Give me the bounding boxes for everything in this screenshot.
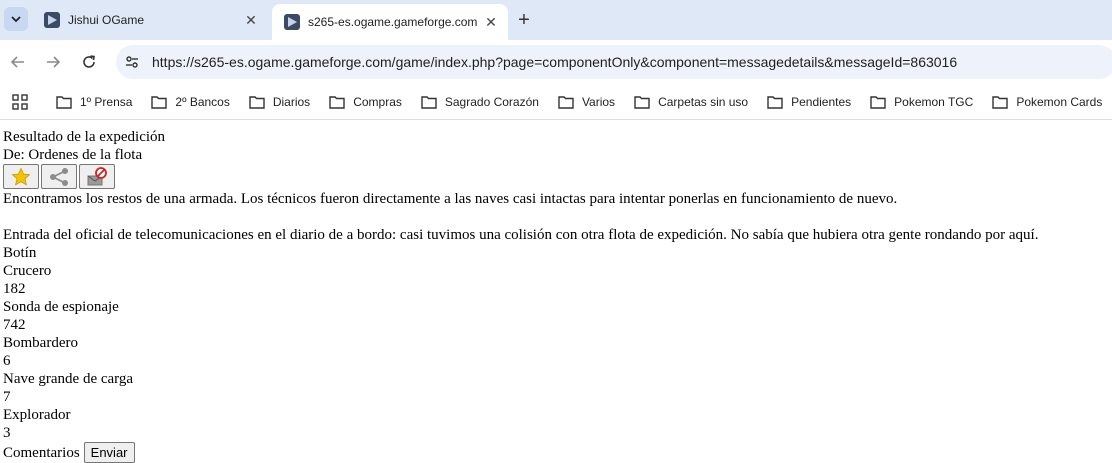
bookmarks-bar: 1º Prensa 2º Bancos Diarios Compras Sagr…	[0, 84, 1112, 120]
address-bar[interactable]: https://s265-es.ogame.gameforge.com/game…	[116, 45, 1112, 79]
tab-title: s265-es.ogame.gameforge.com	[308, 15, 478, 29]
comments-row: Comentarios Enviar	[3, 442, 1112, 463]
url-text[interactable]: https://s265-es.ogame.gameforge.com/game…	[152, 54, 957, 70]
folder-icon	[421, 95, 437, 109]
folder-icon	[151, 95, 168, 109]
bookmark-label: Sagrado Corazón	[444, 94, 539, 109]
star-icon	[11, 167, 31, 186]
tab-ogame-message[interactable]: s265-es.ogame.gameforge.com ✕	[272, 4, 508, 40]
tab-title: Jishui OGame	[68, 13, 145, 27]
folder-icon	[329, 95, 345, 109]
bookmark-folder-diarios[interactable]: Diarios	[249, 95, 310, 109]
bookmark-label: Pendientes	[791, 94, 852, 109]
bookmark-label: Pokemon TGC	[894, 94, 974, 109]
reload-icon	[83, 55, 95, 68]
folder-icon	[767, 95, 783, 109]
bookmark-folder-sagrado-corazon[interactable]: Sagrado Corazón	[421, 95, 539, 109]
bookmark-label: Compras	[353, 94, 402, 109]
loot-item-name: Nave grande de carga	[3, 371, 134, 387]
bookmark-folder-pendientes[interactable]: Pendientes	[767, 95, 851, 109]
message-title: Resultado de la expedición	[3, 129, 166, 145]
bookmark-label: 1º Prensa	[80, 94, 133, 109]
gameforge-favicon-icon	[44, 12, 60, 28]
bookmark-label: Diarios	[272, 94, 311, 109]
folder-icon	[249, 95, 265, 109]
apps-grid-icon[interactable]	[12, 93, 28, 111]
report-button[interactable]	[79, 164, 115, 189]
back-button[interactable]	[6, 50, 30, 74]
message-details: Resultado de la expedición De: Ordenes d…	[3, 128, 1112, 463]
tab-jishui-ogame[interactable]: Jishui OGame ✕	[32, 4, 268, 36]
loot-item-count: 182	[3, 281, 26, 297]
favorite-button[interactable]	[3, 164, 39, 189]
bookmark-label: Carpetas sin uso	[658, 94, 749, 109]
arrow-right-icon	[47, 56, 61, 68]
loot-item-count: 6	[3, 353, 11, 369]
loot-item-name: Bombardero	[3, 335, 78, 351]
message-body-2: Entrada del oficial de telecomunicacione…	[3, 227, 1039, 243]
close-icon[interactable]: ✕	[482, 13, 500, 31]
loot-item-name: Sonda de espionaje	[3, 299, 119, 315]
message-sender: De: Ordenes de la flota	[3, 147, 143, 163]
folder-icon	[558, 95, 574, 109]
comments-label: Comentarios	[3, 444, 80, 461]
folder-icon	[992, 95, 1009, 109]
folder-icon	[56, 95, 72, 109]
bookmark-folder-bancos[interactable]: 2º Bancos	[151, 94, 230, 109]
bookmark-folder-prensa[interactable]: 1º Prensa	[56, 95, 132, 109]
report-icon	[87, 166, 107, 185]
loot-item-count: 7	[3, 389, 11, 405]
bookmark-folder-pokemon-tgc[interactable]: Pokemon TGC	[870, 95, 973, 109]
loot-item-name: Explorador	[3, 407, 71, 423]
loot-heading: Botín	[3, 245, 37, 261]
chevron-down-icon	[11, 16, 21, 23]
message-body-1: Encontramos los restos de una armada. Lo…	[3, 191, 898, 207]
folder-icon	[634, 95, 650, 109]
bookmark-label: 2º Bancos	[175, 94, 230, 109]
bookmark-folder-compras[interactable]: Compras	[329, 95, 402, 109]
share-icon	[50, 167, 68, 186]
loot-item-count: 742	[3, 317, 26, 333]
send-button[interactable]: Enviar	[83, 442, 135, 463]
tune-icon	[126, 56, 138, 68]
gameforge-favicon-icon	[284, 14, 300, 30]
bookmark-label: Pokemon Cards	[1016, 94, 1103, 109]
tab-strip: Jishui OGame ✕ s265-es.ogame.gameforge.c…	[0, 0, 1112, 40]
share-button[interactable]	[41, 164, 77, 189]
loot-item-name: Crucero	[3, 263, 52, 279]
bookmark-folder-varios[interactable]: Varios	[558, 95, 615, 109]
folder-icon	[870, 95, 886, 109]
bookmark-folder-pokemon-cards[interactable]: Pokemon Cards	[992, 95, 1102, 109]
arrow-left-icon	[10, 56, 24, 68]
new-tab-button[interactable]: +	[512, 9, 536, 31]
loot-item-count: 3	[3, 425, 11, 441]
reload-button[interactable]	[77, 50, 101, 74]
forward-button[interactable]	[41, 50, 65, 74]
bookmark-folder-carpetas-sin-uso[interactable]: Carpetas sin uso	[634, 95, 748, 109]
message-actions	[3, 164, 1112, 190]
tab-search-button[interactable]	[4, 7, 28, 31]
site-info-icon[interactable]	[120, 50, 144, 74]
browser-toolbar: https://s265-es.ogame.gameforge.com/game…	[0, 40, 1112, 84]
close-icon[interactable]: ✕	[242, 11, 260, 29]
bookmark-label: Varios	[581, 94, 616, 109]
